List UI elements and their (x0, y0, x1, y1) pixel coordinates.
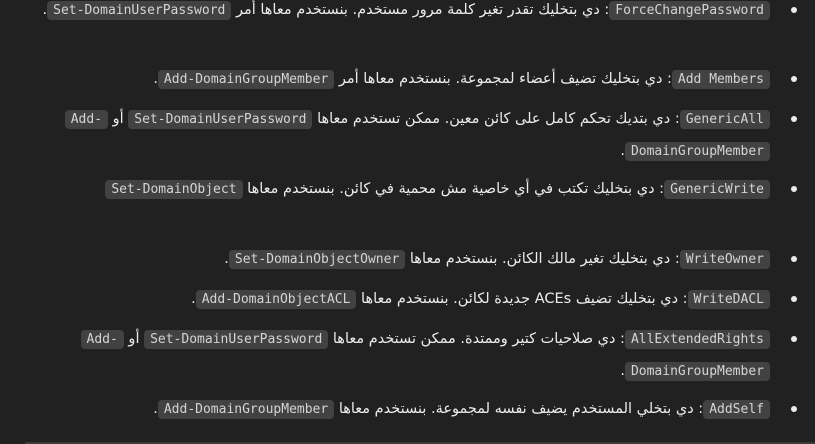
inline-code-command[interactable]: Add-DomainGroupMember (157, 400, 335, 419)
inline-code-term[interactable]: Add Members (671, 70, 770, 89)
item-description: : دي بتديك تحكم كامل على كائن معين. ممكن… (312, 111, 680, 127)
inline-code-command[interactable]: Set-DomainObjectOwner (228, 250, 406, 269)
inline-code-term[interactable]: WriteDACL (687, 290, 770, 309)
list-item: AddSelf: دي بتخلي المستخدم يضيف نفسه لمج… (30, 394, 797, 426)
list-item: WriteOwner: دي بتخليك تغير مالك الكائن. … (30, 244, 797, 276)
chat-message-content: ForceChangePassword: دي بتخليك تقدر تغير… (0, 0, 815, 444)
inline-code-command[interactable]: Set-DomainUserPassword (128, 110, 313, 129)
list-item: ForceChangePassword: دي بتخليك تقدر تغير… (30, 0, 797, 27)
item-description: : دي بتخليك تقدر تغير كلمة مرور مستخدم. … (231, 2, 610, 18)
item-description: : دي بتخليك تضيف أعضاء لمجموعة. بنستخدم … (334, 71, 672, 87)
bullet-icon (791, 64, 797, 94)
inline-code-term[interactable]: GenericWrite (664, 180, 770, 199)
inline-code-command[interactable]: Set-DomainUserPassword (144, 330, 329, 349)
bullet-icon (791, 324, 797, 354)
inline-code-term[interactable]: AllExtendedRights (624, 330, 770, 349)
list-item: GenericWrite: دي بتخليك تكتب في أي خاصية… (30, 174, 797, 206)
inline-code-command[interactable]: Set-DomainObject (105, 180, 243, 199)
item-end: . (191, 291, 196, 307)
bullet-icon (791, 394, 797, 424)
item-description: : دي بتخليك تغير مالك الكائن. بنستخدم مع… (405, 251, 680, 267)
list-item: WriteDACL: دي بتخليك تضيف ACEs جديدة لكا… (30, 284, 797, 316)
inline-code-command[interactable]: Add-DomainObjectACL (195, 290, 357, 309)
list-item: AllExtendedRights: دي صلاحيات كتير وممتد… (30, 324, 797, 387)
item-description: : دي بتخليك تضيف ACEs جديدة لكائن. بنستخ… (356, 291, 688, 307)
item-description: : دي بتخلي المستخدم يضيف نفسه لمجموعة. ب… (334, 401, 704, 417)
item-joiner: أو (108, 111, 129, 127)
bullet-icon (791, 284, 797, 314)
item-joiner: أو (123, 331, 145, 347)
bullet-icon (791, 0, 797, 25)
inline-code-term[interactable]: WriteOwner (679, 250, 770, 269)
inline-code-term[interactable]: GenericAll (679, 110, 770, 129)
bullet-icon (791, 174, 797, 204)
list-item: GenericAll: دي بتديك تحكم كامل على كائن … (30, 104, 797, 167)
inline-code-command[interactable]: Set-DomainUserPassword (47, 1, 232, 20)
inline-code-term[interactable]: ForceChangePassword (609, 1, 770, 20)
bullet-icon (791, 244, 797, 274)
inline-code-command[interactable]: Add-DomainGroupMember (157, 70, 335, 89)
inline-code-term[interactable]: AddSelf (703, 400, 770, 419)
list-item: Add Members: دي بتخليك تضيف أعضاء لمجموع… (30, 64, 797, 96)
bullet-icon (791, 104, 797, 134)
item-description: : دي بتخليك تكتب في أي خاصية مش محمية في… (242, 181, 665, 197)
item-description: : دي صلاحيات كتير وممتدة. ممكن تستخدم مع… (328, 331, 625, 347)
